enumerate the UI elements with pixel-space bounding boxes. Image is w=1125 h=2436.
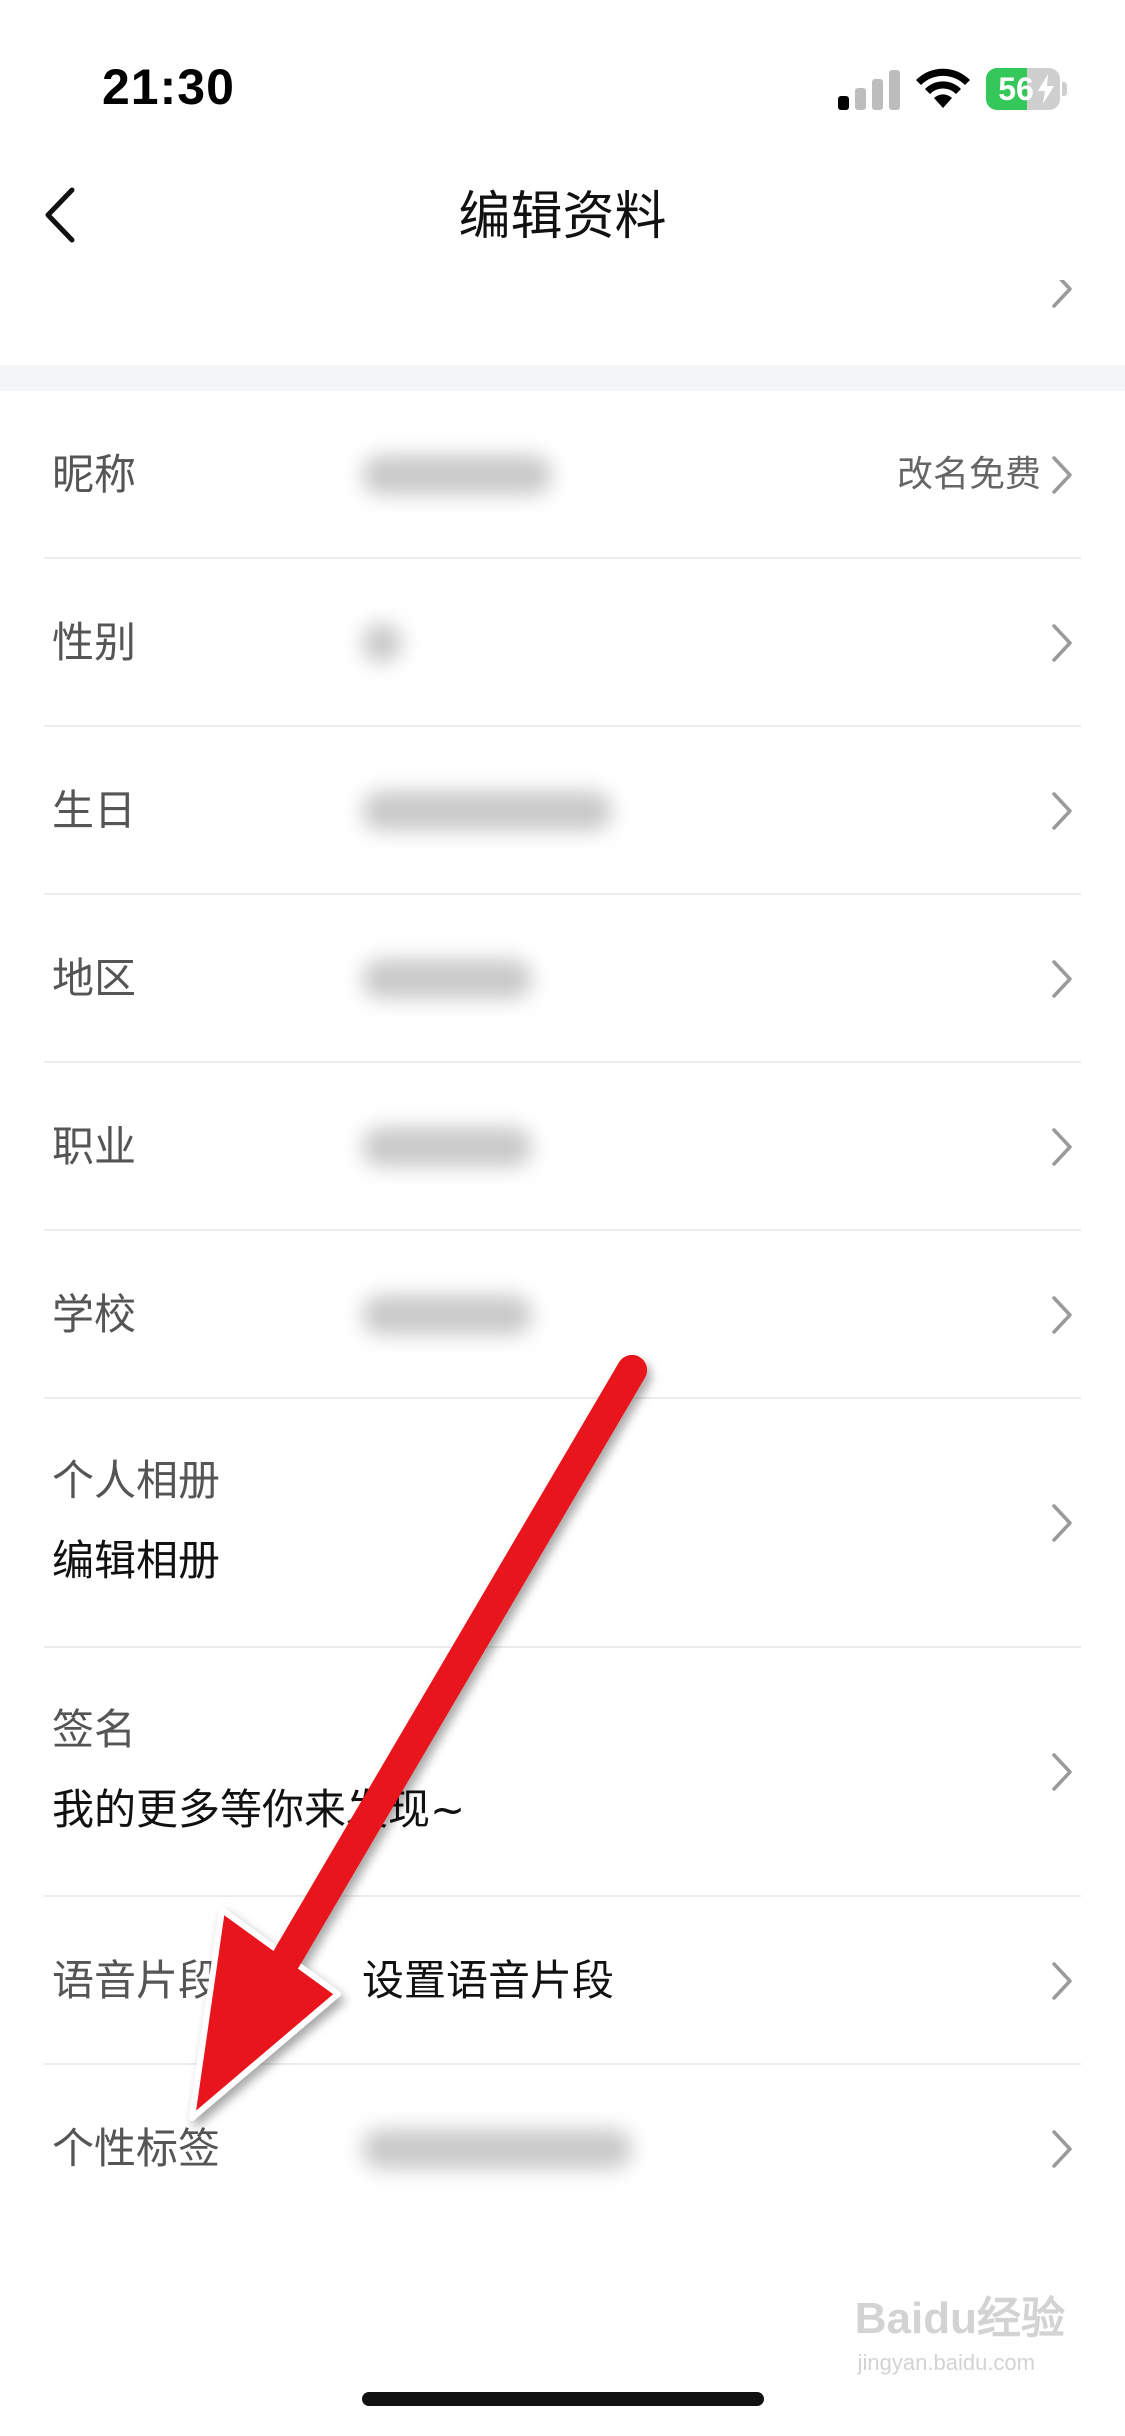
chevron-right-icon bbox=[1052, 1962, 1072, 2000]
chevron-right-icon bbox=[1052, 456, 1072, 494]
gender-label: 性别 bbox=[52, 618, 137, 667]
battery-level: 56 bbox=[998, 71, 1034, 107]
page-title: 编辑资料 bbox=[458, 187, 667, 247]
edit-profile-screen: 21:30 56 头像 bbox=[0, 0, 1125, 2436]
chevron-right-icon bbox=[1052, 960, 1072, 998]
region-row[interactable]: 地区 bbox=[0, 895, 1125, 1063]
birthday-label: 生日 bbox=[52, 786, 137, 835]
signature-row[interactable]: 签名 我的更多等你来发现~ bbox=[0, 1648, 1125, 1897]
chevron-right-icon bbox=[1052, 1753, 1072, 1791]
personal-tags-row[interactable]: 个性标签 bbox=[0, 2065, 1125, 2233]
gender-row[interactable]: 性别 bbox=[0, 559, 1125, 727]
cellular-signal-icon bbox=[838, 70, 900, 110]
occupation-row[interactable]: 职业 bbox=[0, 1063, 1125, 1231]
school-value-blurred bbox=[362, 1295, 532, 1335]
personal-tags-label: 个性标签 bbox=[52, 2124, 221, 2173]
section-divider bbox=[0, 365, 1125, 391]
baidu-watermark-url: jingyan.baidu.com bbox=[857, 2350, 1035, 2375]
chevron-right-icon bbox=[1052, 1128, 1072, 1166]
signature-text: 我的更多等你来发现~ bbox=[52, 1785, 466, 1834]
set-voice-clip-value: 设置语音片段 bbox=[362, 1956, 615, 2005]
occupation-value-blurred bbox=[362, 1127, 532, 1167]
nickname-label: 昵称 bbox=[52, 450, 137, 499]
birthday-row[interactable]: 生日 bbox=[0, 727, 1125, 895]
status-bar: 21:30 56 bbox=[0, 0, 1125, 150]
battery-charging-icon: 56 bbox=[986, 68, 1067, 110]
region-label: 地区 bbox=[52, 954, 137, 1003]
signature-label: 签名 bbox=[52, 1705, 137, 1754]
baidu-watermark: Baidu经验 bbox=[854, 2294, 1065, 2343]
personal-tags-value-blurred bbox=[362, 2129, 632, 2169]
status-time: 21:30 bbox=[102, 59, 235, 115]
home-indicator[interactable] bbox=[362, 2392, 764, 2406]
birthday-value-blurred bbox=[362, 791, 612, 831]
occupation-label: 职业 bbox=[52, 1122, 137, 1171]
chevron-right-icon bbox=[1052, 1296, 1072, 1334]
profile-field-list: 昵称 改名免费 性别 生日 地区 职业 学校 个人相册 编辑相册 签名 我的更多… bbox=[0, 391, 1125, 2233]
wifi-icon bbox=[916, 68, 970, 108]
school-label: 学校 bbox=[52, 1290, 137, 1339]
nickname-row[interactable]: 昵称 改名免费 bbox=[0, 391, 1125, 559]
voice-clip-row[interactable]: 语音片段 设置语音片段 bbox=[0, 1897, 1125, 2065]
chevron-right-icon bbox=[1052, 1504, 1072, 1542]
chevron-right-icon bbox=[1052, 624, 1072, 662]
edit-album-link: 编辑相册 bbox=[52, 1536, 221, 1585]
gender-value-blurred bbox=[362, 623, 402, 663]
navigation-bar: 编辑资料 bbox=[0, 150, 1125, 280]
rename-free-hint: 改名免费 bbox=[896, 454, 1041, 495]
school-row[interactable]: 学校 bbox=[0, 1231, 1125, 1399]
region-value-blurred bbox=[362, 959, 532, 999]
charging-bolt-icon bbox=[1038, 74, 1054, 104]
voice-clip-label: 语音片段 bbox=[52, 1956, 221, 2005]
chevron-right-icon bbox=[1052, 2130, 1072, 2168]
chevron-right-icon bbox=[1052, 792, 1072, 830]
nickname-value-blurred bbox=[362, 455, 552, 495]
album-row[interactable]: 个人相册 编辑相册 bbox=[0, 1399, 1125, 1648]
album-label: 个人相册 bbox=[52, 1456, 221, 1505]
